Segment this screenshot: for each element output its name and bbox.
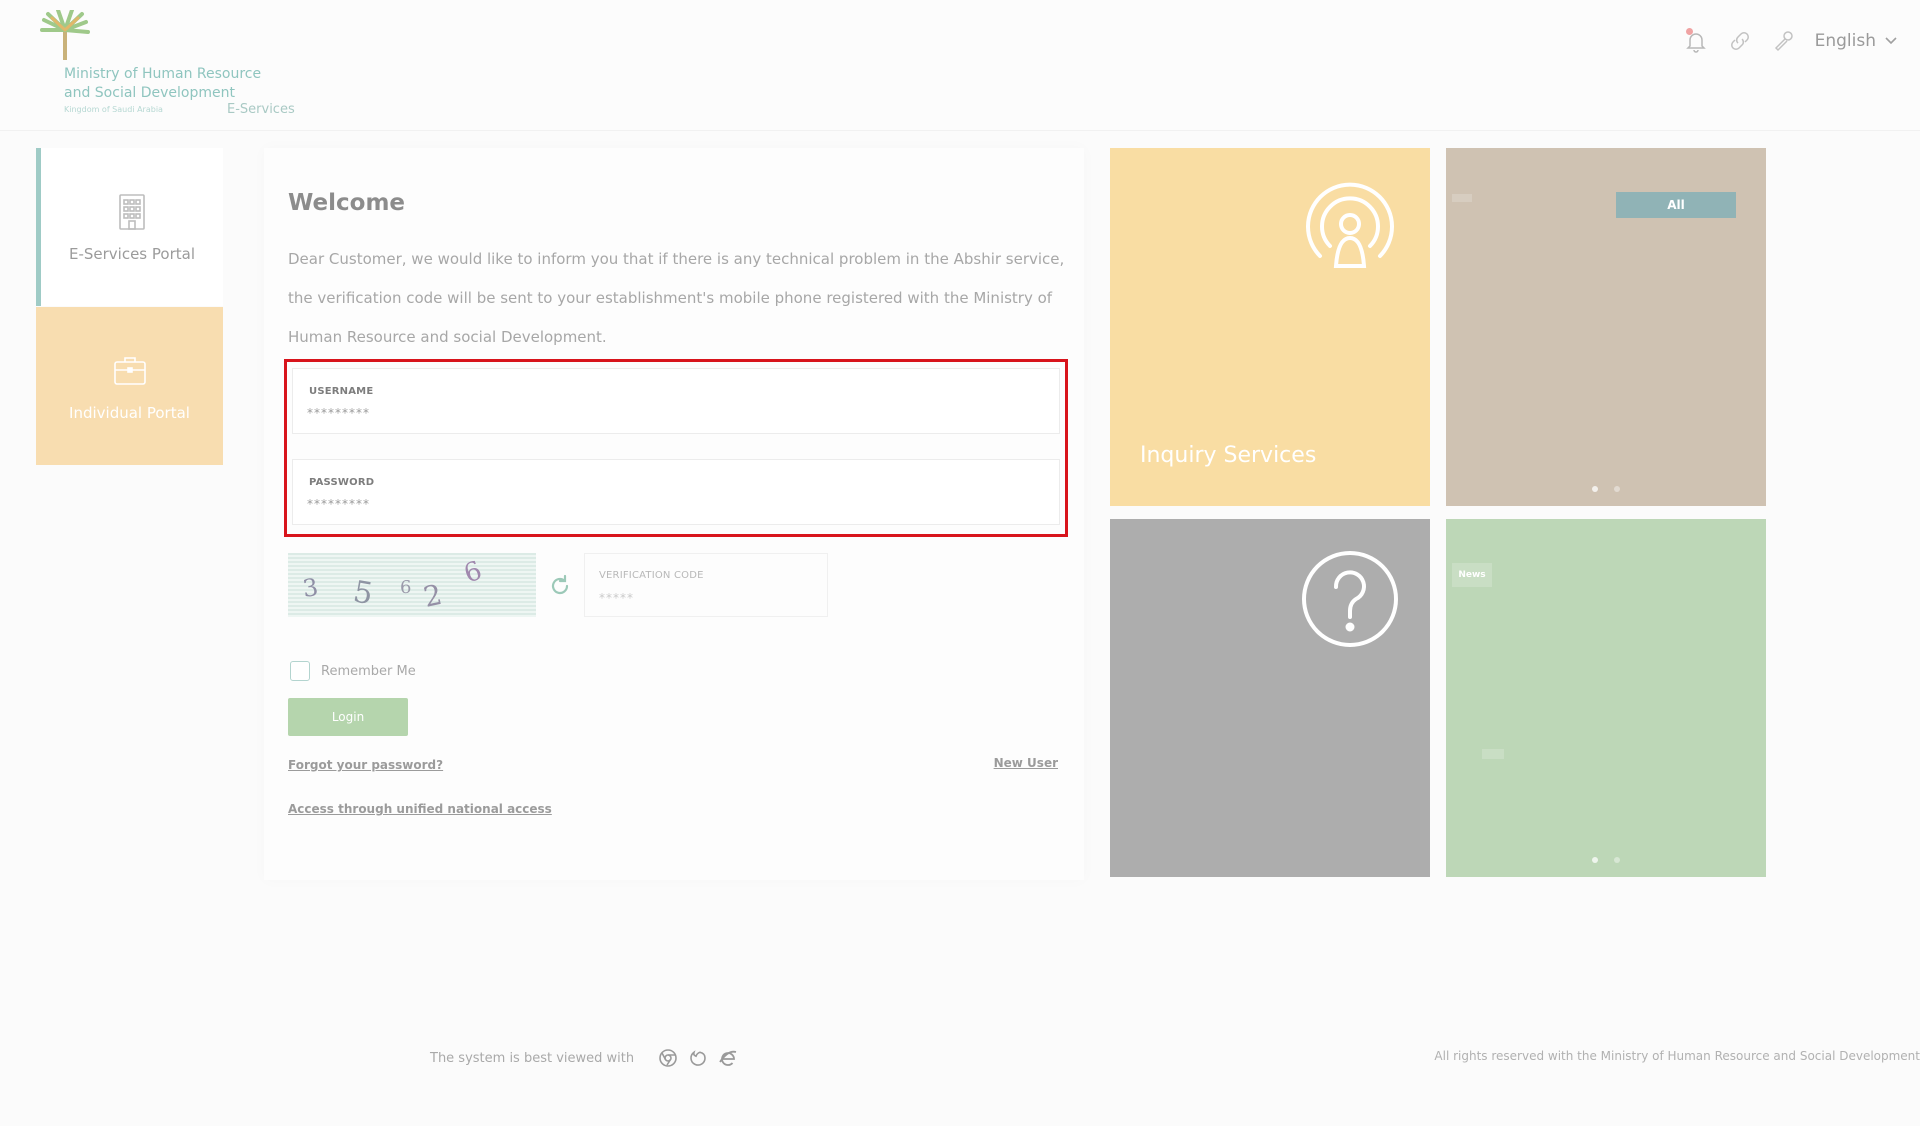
logo-ministry-line1: Ministry of Human Resource bbox=[64, 66, 262, 82]
bell-icon[interactable] bbox=[1683, 28, 1709, 54]
chrome-icon bbox=[659, 1049, 677, 1067]
page-title: Welcome bbox=[288, 190, 406, 216]
firefox-icon bbox=[690, 1050, 706, 1066]
question-mark-icon bbox=[1302, 551, 1398, 647]
new-user-link[interactable]: New User bbox=[994, 756, 1058, 770]
captcha-digit: 3 bbox=[301, 573, 320, 603]
username-label: USERNAME bbox=[309, 386, 374, 397]
header-tools: English bbox=[1683, 26, 1898, 56]
inquiry-services-tile[interactable]: Inquiry Services bbox=[1110, 148, 1430, 506]
browser-support-note: The system is best viewed with bbox=[430, 1048, 738, 1068]
language-selector[interactable]: English bbox=[1815, 31, 1898, 51]
sidebar-item-label: Individual Portal bbox=[69, 404, 190, 422]
ministry-logo[interactable]: Ministry of Human Resource and Social De… bbox=[38, 10, 295, 120]
chevron-down-icon bbox=[1885, 37, 1897, 45]
captcha-digit: 5 bbox=[351, 574, 376, 612]
slide-placeholder bbox=[1482, 749, 1504, 759]
link-icon[interactable] bbox=[1727, 28, 1753, 54]
notification-dot bbox=[1685, 28, 1693, 35]
password-field[interactable]: PASSWORD bbox=[292, 459, 1060, 525]
all-badge[interactable]: All bbox=[1616, 192, 1736, 218]
remember-me-label: Remember Me bbox=[321, 663, 416, 679]
building-icon bbox=[119, 194, 145, 230]
password-label: PASSWORD bbox=[309, 477, 375, 488]
logo-ministry-line2: and Social Development bbox=[64, 85, 235, 101]
captcha-digit: 6 bbox=[460, 556, 486, 590]
best-viewed-text: The system is best viewed with bbox=[430, 1050, 635, 1066]
browser-icons bbox=[658, 1048, 738, 1068]
verification-code-label: VERIFICATION CODE bbox=[599, 570, 704, 581]
username-input[interactable] bbox=[307, 403, 1027, 423]
wrench-icon[interactable] bbox=[1771, 28, 1797, 54]
header-bar: Ministry of Human Resource and Social De… bbox=[0, 0, 1920, 131]
copyright-text: All rights reserved with the Ministry of… bbox=[1434, 1049, 1920, 1063]
captcha-image: 3 5 6 2 6 bbox=[288, 553, 536, 617]
carousel-dots bbox=[1592, 486, 1620, 492]
briefcase-icon bbox=[113, 357, 146, 385]
sidebar-item-individual-portal[interactable]: Individual Portal bbox=[36, 307, 223, 465]
logo-kingdom-text: Kingdom of Saudi Arabia bbox=[64, 105, 163, 114]
login-panel: Welcome Dear Customer, we would like to … bbox=[264, 148, 1084, 880]
carousel-dot[interactable] bbox=[1614, 486, 1620, 492]
announcements-tile: All bbox=[1446, 148, 1766, 506]
carousel-dot[interactable] bbox=[1592, 857, 1598, 863]
sidebar-item-label: E-Services Portal bbox=[68, 245, 195, 263]
carousel-dot[interactable] bbox=[1592, 486, 1598, 492]
palm-logo-icon bbox=[40, 10, 90, 60]
sidebar-item-eservices-portal[interactable]: E-Services Portal bbox=[36, 148, 223, 306]
help-tile[interactable] bbox=[1110, 519, 1430, 877]
verification-code-input[interactable] bbox=[599, 588, 809, 608]
captcha-digit: 6 bbox=[400, 577, 411, 598]
logo-eservices-label: E-Services bbox=[227, 102, 295, 117]
verification-code-field[interactable]: VERIFICATION CODE bbox=[584, 553, 828, 617]
captcha-digit: 2 bbox=[421, 578, 445, 614]
news-badge[interactable]: News bbox=[1452, 563, 1492, 587]
carousel-dot[interactable] bbox=[1614, 857, 1620, 863]
unified-access-link[interactable]: Access through unified national access bbox=[288, 802, 552, 816]
refresh-captcha-icon[interactable] bbox=[548, 574, 572, 598]
language-label: English bbox=[1814, 31, 1876, 51]
news-tile: News bbox=[1446, 519, 1766, 877]
password-input[interactable] bbox=[307, 494, 1027, 514]
service-notice: Dear Customer, we would like to inform y… bbox=[288, 250, 1065, 346]
username-field[interactable]: USERNAME bbox=[292, 368, 1060, 434]
inquiry-services-label: Inquiry Services bbox=[1140, 443, 1317, 468]
broadcast-icon bbox=[1306, 182, 1394, 268]
slide-placeholder bbox=[1452, 194, 1472, 202]
ie-icon bbox=[719, 1050, 737, 1066]
remember-me-option[interactable]: Remember Me bbox=[290, 661, 416, 681]
login-button[interactable]: Login bbox=[288, 698, 408, 736]
remember-me-checkbox[interactable] bbox=[290, 661, 310, 681]
forgot-password-link[interactable]: Forgot your password? bbox=[288, 758, 443, 772]
carousel-dots bbox=[1592, 857, 1620, 863]
